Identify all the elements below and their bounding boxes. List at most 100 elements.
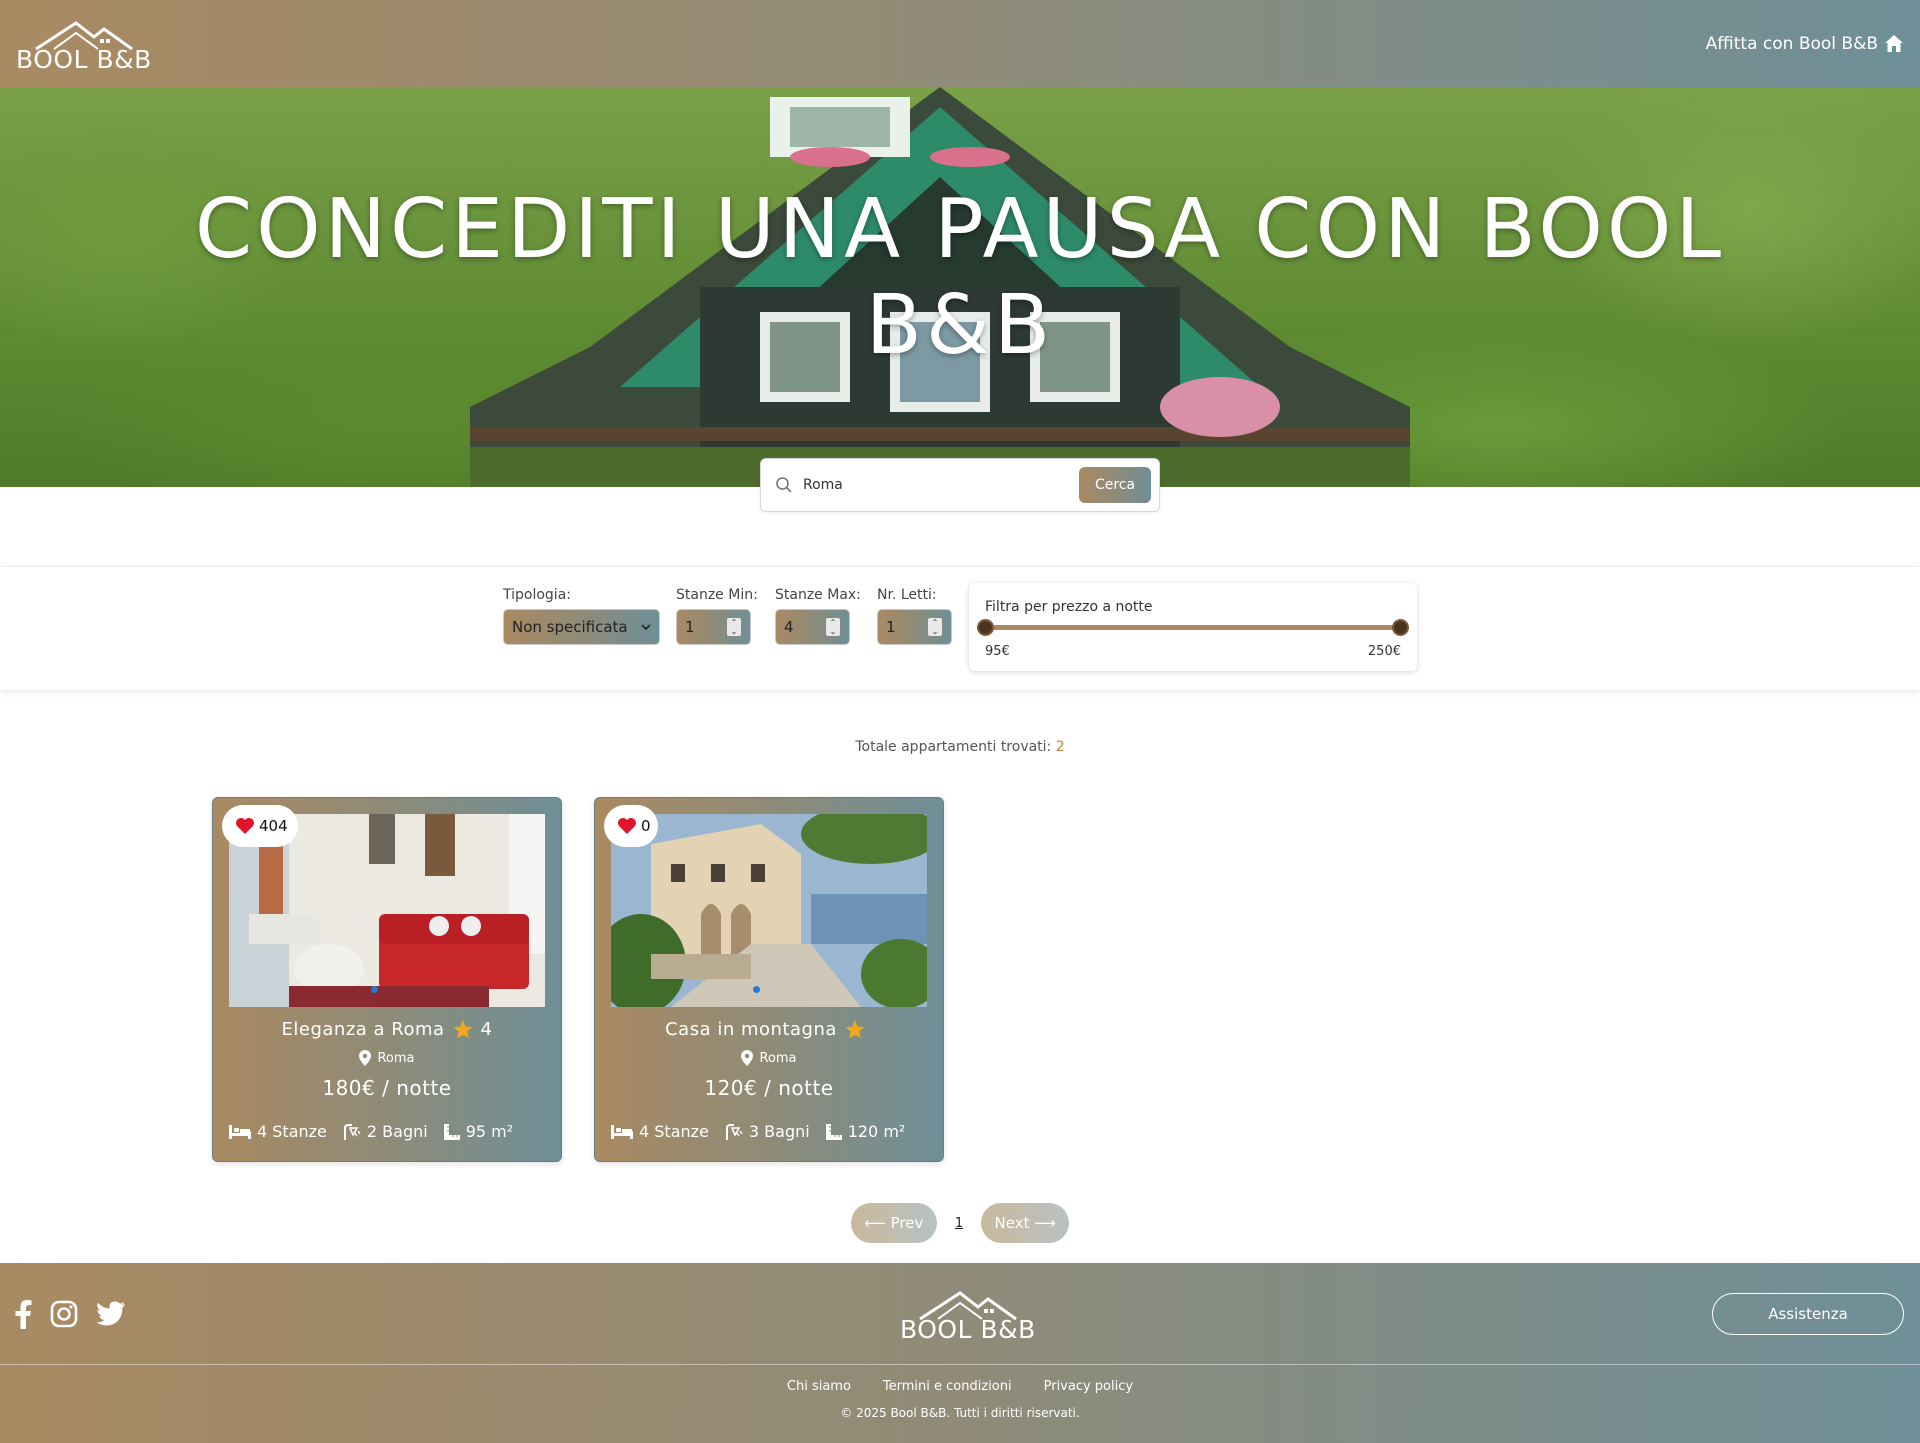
listing-city: Roma — [759, 1050, 797, 1066]
social-links — [14, 1299, 126, 1329]
search-button[interactable]: Cerca — [1079, 467, 1151, 503]
bed-icon — [611, 1124, 633, 1139]
rooms-min-stepper[interactable]: 1 ⌃ ⌄ — [676, 609, 751, 645]
heart-icon — [618, 818, 636, 834]
listing-location: Roma — [611, 1050, 927, 1066]
listing-location: Roma — [229, 1050, 545, 1066]
type-filter: Tipologia: Non specificata — [503, 587, 660, 645]
footer-link-privacy[interactable]: Privacy policy — [1044, 1379, 1133, 1394]
listing-city: Roma — [377, 1050, 415, 1066]
rooms-count: 4 Stanze — [257, 1122, 327, 1141]
price-max-handle[interactable] — [1392, 619, 1409, 636]
shower-icon — [725, 1123, 743, 1140]
carousel-dot[interactable] — [753, 986, 760, 993]
carousel-dot[interactable] — [371, 986, 378, 993]
price-filter: Filtra per prezzo a notte 95€ 250€ — [969, 583, 1417, 671]
chevron-down-icon — [641, 624, 651, 631]
beds-filter: Nr. Letti: 1 ⌃ ⌄ — [877, 587, 952, 645]
rooms-feature: 4 Stanze — [229, 1122, 327, 1141]
filter-bar: Tipologia: Non specificata Stanze Min: 1… — [0, 566, 1920, 690]
like-badge[interactable]: 0 — [604, 805, 658, 847]
instagram-icon[interactable] — [50, 1300, 78, 1328]
footer-logo[interactable]: BOOL B&B — [900, 1287, 1036, 1344]
star-icon — [845, 1020, 865, 1039]
listing-photo[interactable] — [611, 814, 927, 1007]
search-icon — [776, 477, 792, 493]
host-link-label: Affitta con Bool B&B — [1705, 33, 1878, 54]
listing-title: Casa in montagna — [665, 1019, 837, 1040]
price-filter-title: Filtra per prezzo a notte — [985, 599, 1153, 615]
footer-top: BOOL B&B Assistenza — [0, 1263, 1920, 1365]
like-badge[interactable]: 404 — [222, 805, 298, 847]
house-icon — [1885, 35, 1903, 52]
rooms-min-label: Stanze Min: — [676, 587, 758, 603]
prev-page-button[interactable]: ⟵ Prev — [850, 1203, 937, 1243]
beds-value: 1 — [886, 618, 896, 636]
type-label: Tipologia: — [503, 587, 571, 603]
results-count: Totale appartamenti trovati: 2 — [0, 739, 1920, 755]
logo-text: BOOL B&B — [16, 44, 152, 74]
footer-links: Chi siamo Termini e condizioni Privacy p… — [0, 1379, 1920, 1394]
stepper-arrows-icon[interactable]: ⌃ ⌄ — [726, 617, 742, 637]
map-pin-icon — [741, 1050, 754, 1066]
rooms-count: 4 Stanze — [639, 1122, 709, 1141]
like-count: 404 — [259, 817, 288, 835]
listing-price: 120€ / notte — [704, 1076, 834, 1100]
footer-logo-text: BOOL B&B — [900, 1315, 1036, 1344]
beds-stepper[interactable]: 1 ⌃ ⌄ — [877, 609, 952, 645]
site-header: BOOL B&B Affitta con Bool B&B — [0, 0, 1920, 87]
results-label: Totale appartamenti trovati: — [855, 739, 1052, 755]
listing-card[interactable]: 404 Eleganza a Roma 4 Roma 180€ / notte — [212, 797, 562, 1162]
price-range-track[interactable] — [977, 619, 1409, 636]
facebook-icon[interactable] — [14, 1299, 32, 1329]
listing-features: 4 Stanze 3 Bagni 120 m² — [611, 1122, 927, 1141]
rooms-max-label: Stanze Max: — [775, 587, 861, 603]
next-page-button[interactable]: Next ⟶ — [981, 1203, 1070, 1243]
rooms-feature: 4 Stanze — [611, 1122, 709, 1141]
rooms-min-value: 1 — [685, 618, 695, 636]
search-input[interactable] — [803, 477, 1079, 493]
listing-price: 180€ / notte — [322, 1076, 452, 1100]
star-icon — [453, 1020, 473, 1039]
listing-title-row: Eleganza a Roma 4 — [229, 1019, 545, 1040]
area-feature: 120 m² — [825, 1122, 906, 1141]
map-pin-icon — [359, 1050, 372, 1066]
rooms-max-filter: Stanze Max: 4 ⌃ ⌄ — [775, 587, 861, 645]
footer-link-about[interactable]: Chi siamo — [787, 1379, 851, 1394]
listing-rating: 4 — [480, 1019, 493, 1040]
ruler-icon — [443, 1123, 460, 1140]
area-size: 120 m² — [847, 1122, 906, 1141]
rooms-max-value: 4 — [784, 618, 794, 636]
page-number[interactable]: 1 — [949, 1216, 969, 1231]
bed-icon — [229, 1124, 251, 1139]
hero-banner: CONCEDITI UNA PAUSA CON BOOL B&B — [0, 87, 1920, 487]
price-min-label: 95€ — [985, 644, 1010, 659]
ruler-icon — [825, 1123, 842, 1140]
logo[interactable]: BOOL B&B — [16, 17, 152, 74]
twitter-icon[interactable] — [96, 1301, 126, 1327]
baths-count: 3 Bagni — [748, 1122, 810, 1141]
listing-features: 4 Stanze 2 Bagni 95 m² — [229, 1122, 545, 1141]
type-select[interactable]: Non specificata — [503, 609, 660, 645]
hero-title: CONCEDITI UNA PAUSA CON BOOL B&B — [194, 182, 1726, 373]
stepper-arrows-icon[interactable]: ⌃ ⌄ — [927, 617, 943, 637]
host-with-us-link[interactable]: Affitta con Bool B&B — [1706, 34, 1904, 54]
area-size: 95 m² — [465, 1122, 514, 1141]
rooms-max-stepper[interactable]: 4 ⌃ ⌄ — [775, 609, 850, 645]
baths-count: 2 Bagni — [366, 1122, 428, 1141]
listing-title-row: Casa in montagna — [611, 1019, 927, 1040]
listing-card[interactable]: 0 Casa in montagna Roma 120€ / notte 4 S… — [594, 797, 944, 1162]
shower-icon — [343, 1123, 361, 1140]
stepper-arrows-icon[interactable]: ⌃ ⌄ — [825, 617, 841, 637]
results-count-value: 2 — [1055, 739, 1065, 755]
listing-title: Eleganza a Roma — [281, 1019, 445, 1040]
assistance-button[interactable]: Assistenza — [1712, 1292, 1904, 1335]
pagination: ⟵ Prev 1 Next ⟶ — [0, 1203, 1920, 1243]
baths-feature: 2 Bagni — [343, 1122, 428, 1141]
mountain-house-photo — [611, 814, 927, 1007]
footer-link-terms[interactable]: Termini e condizioni — [883, 1379, 1012, 1394]
price-min-handle[interactable] — [977, 619, 994, 636]
baths-feature: 3 Bagni — [725, 1122, 810, 1141]
copyright: © 2025 Bool B&B. Tutti i diritti riserva… — [840, 1406, 1080, 1420]
rooms-min-filter: Stanze Min: 1 ⌃ ⌄ — [676, 587, 758, 645]
